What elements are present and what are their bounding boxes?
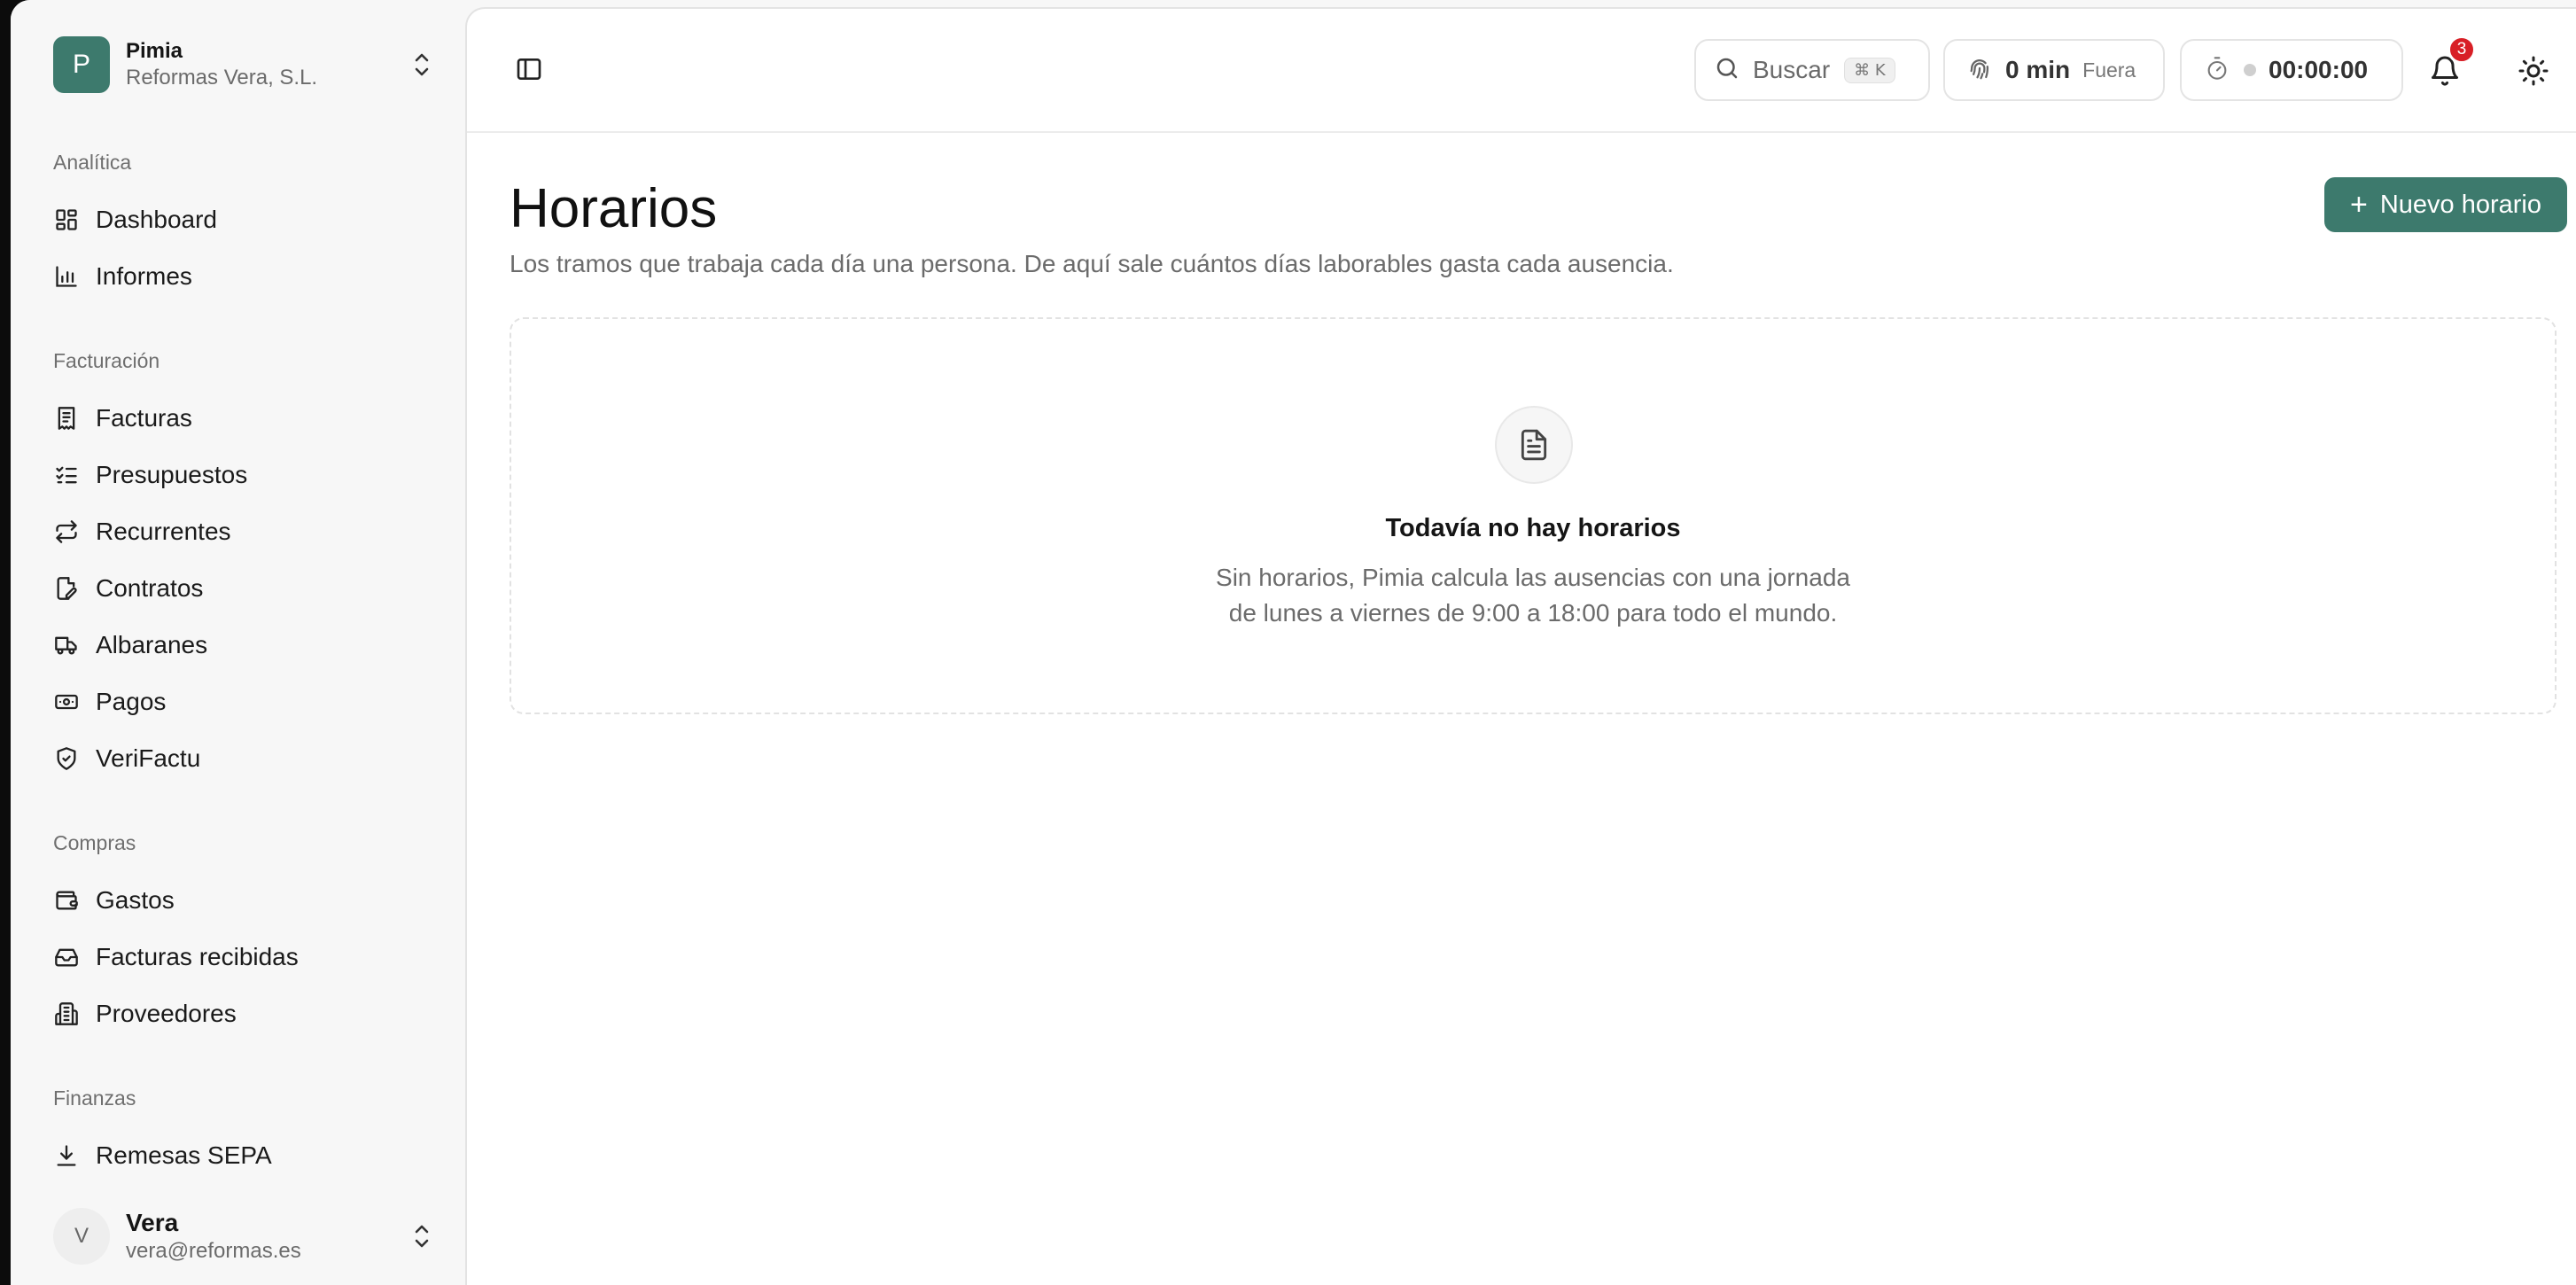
sidebar-item-label: VeriFactu: [96, 744, 201, 772]
sidebar-item-presupuestos[interactable]: Presupuestos: [43, 451, 432, 499]
page-description: Los tramos que trabaja cada día una pers…: [510, 250, 1674, 277]
stopwatch-icon: [2205, 56, 2230, 85]
bar-chart-icon: [53, 263, 80, 290]
sidebar-item-gastos[interactable]: Gastos: [43, 876, 432, 924]
org-name: Pimia: [126, 39, 183, 63]
new-schedule-button[interactable]: + Nuevo horario: [2324, 177, 2567, 232]
plus-icon: +: [2349, 188, 2368, 222]
sidebar-item-label: Contratos: [96, 574, 204, 602]
time-clock-button[interactable]: 0 min Fuera: [1943, 39, 2165, 101]
file-signature-icon: [53, 575, 80, 602]
sidebar: P Pimia Reformas Vera, S.L. Analítica Da…: [11, 0, 465, 1285]
org-avatar: P: [53, 36, 110, 93]
sidebar-item-facturas[interactable]: Facturas: [43, 394, 432, 442]
download-icon: [53, 1142, 80, 1169]
sidebar-toggle-button[interactable]: [511, 53, 547, 89]
sidebar-item-label: Informes: [96, 262, 192, 290]
app-window: P Pimia Reformas Vera, S.L. Analítica Da…: [11, 0, 2576, 1285]
sidebar-item-label: Pagos: [96, 688, 167, 715]
inbox-icon: [53, 944, 80, 970]
sidebar-item-label: Dashboard: [96, 206, 217, 233]
new-schedule-label: Nuevo horario: [2379, 190, 2541, 219]
sidebar-item-label: Albaranes: [96, 631, 208, 658]
notifications-badge: 3: [2448, 35, 2476, 64]
sidebar-item-label: Gastos: [96, 886, 175, 914]
chevrons-up-down-icon: [409, 47, 434, 82]
clock-status: Fuera: [2082, 58, 2136, 82]
empty-state-line: de lunes a viernes de 9:00 a 18:00 para …: [1228, 599, 1838, 627]
empty-state-line: Sin horarios, Pimia calcula las ausencia…: [1216, 564, 1850, 591]
timer-button[interactable]: 00:00:00: [2180, 39, 2403, 101]
truck-icon: [53, 632, 80, 658]
sidebar-item-label: Remesas SEPA: [96, 1141, 272, 1169]
sidebar-item-recurrentes[interactable]: Recurrentes: [43, 508, 432, 556]
fingerprint-icon: [1966, 55, 1993, 86]
sidebar-item-pagos[interactable]: Pagos: [43, 678, 432, 726]
sidebar-item-informes[interactable]: Informes: [43, 253, 432, 300]
empty-state-description: Sin horarios, Pimia calcula las ausencia…: [511, 560, 2555, 631]
search-button[interactable]: Buscar ⌘ K: [1694, 39, 1930, 101]
user-email: vera@reformas.es: [126, 1239, 301, 1263]
org-subtitle: Reformas Vera, S.L.: [126, 66, 318, 90]
banknote-icon: [53, 689, 80, 715]
sidebar-item-facturas-recibidas[interactable]: Facturas recibidas: [43, 933, 432, 981]
clock-value: 0 min: [2005, 56, 2071, 83]
empty-state: Todavía no hay horarios Sin horarios, Pi…: [510, 317, 2557, 714]
sidebar-item-label: Recurrentes: [96, 518, 231, 545]
topbar: Buscar ⌘ K 0 min Fuera 00:00:00 3: [467, 9, 2576, 133]
section-label-finanzas: Finanzas: [53, 1086, 136, 1110]
sidebar-item-contratos[interactable]: Contratos: [43, 565, 432, 612]
shield-check-icon: [53, 745, 80, 772]
sidebar-item-label: Presupuestos: [96, 461, 248, 488]
building-icon: [53, 1001, 80, 1027]
sidebar-item-label: Proveedores: [96, 1000, 237, 1027]
timer-status-dot: [2244, 64, 2256, 76]
section-label-analitica: Analítica: [53, 151, 132, 174]
repeat-icon: [53, 518, 80, 545]
user-menu[interactable]: V Vera vera@reformas.es: [53, 1201, 434, 1272]
section-label-compras: Compras: [53, 831, 136, 854]
wallet-icon: [53, 887, 80, 914]
empty-state-title: Todavía no hay horarios: [1385, 514, 1681, 542]
search-label: Buscar: [1753, 56, 1831, 83]
user-avatar: V: [53, 1208, 110, 1265]
org-switcher[interactable]: P Pimia Reformas Vera, S.L.: [53, 35, 434, 94]
section-label-facturacion: Facturación: [53, 349, 160, 372]
file-text-icon: [1495, 406, 1573, 484]
page-title: Horarios: [510, 178, 718, 239]
layout-dashboard-icon: [53, 206, 80, 233]
theme-toggle-button[interactable]: [2514, 53, 2553, 92]
receipt-icon: [53, 405, 80, 432]
main-panel: Buscar ⌘ K 0 min Fuera 00:00:00 3 Horari…: [465, 7, 2576, 1285]
sidebar-item-remesas-sepa[interactable]: Remesas SEPA: [43, 1132, 432, 1180]
search-icon: [1714, 55, 1740, 86]
list-checks-icon: [53, 462, 80, 488]
sidebar-item-label: Facturas: [96, 404, 192, 432]
sidebar-item-verifactu[interactable]: VeriFactu: [43, 735, 432, 783]
panel-left-icon: [515, 55, 543, 88]
user-name: Vera: [126, 1209, 179, 1236]
timer-value: 00:00:00: [2269, 56, 2369, 83]
sidebar-item-proveedores[interactable]: Proveedores: [43, 990, 432, 1038]
sun-icon: [2518, 55, 2549, 91]
chevrons-up-down-icon: [409, 1219, 434, 1254]
sidebar-item-label: Facturas recibidas: [96, 943, 299, 970]
sidebar-item-albaranes[interactable]: Albaranes: [43, 621, 432, 669]
sidebar-item-dashboard[interactable]: Dashboard: [43, 196, 432, 244]
search-shortcut: ⌘ K: [1844, 57, 1895, 83]
